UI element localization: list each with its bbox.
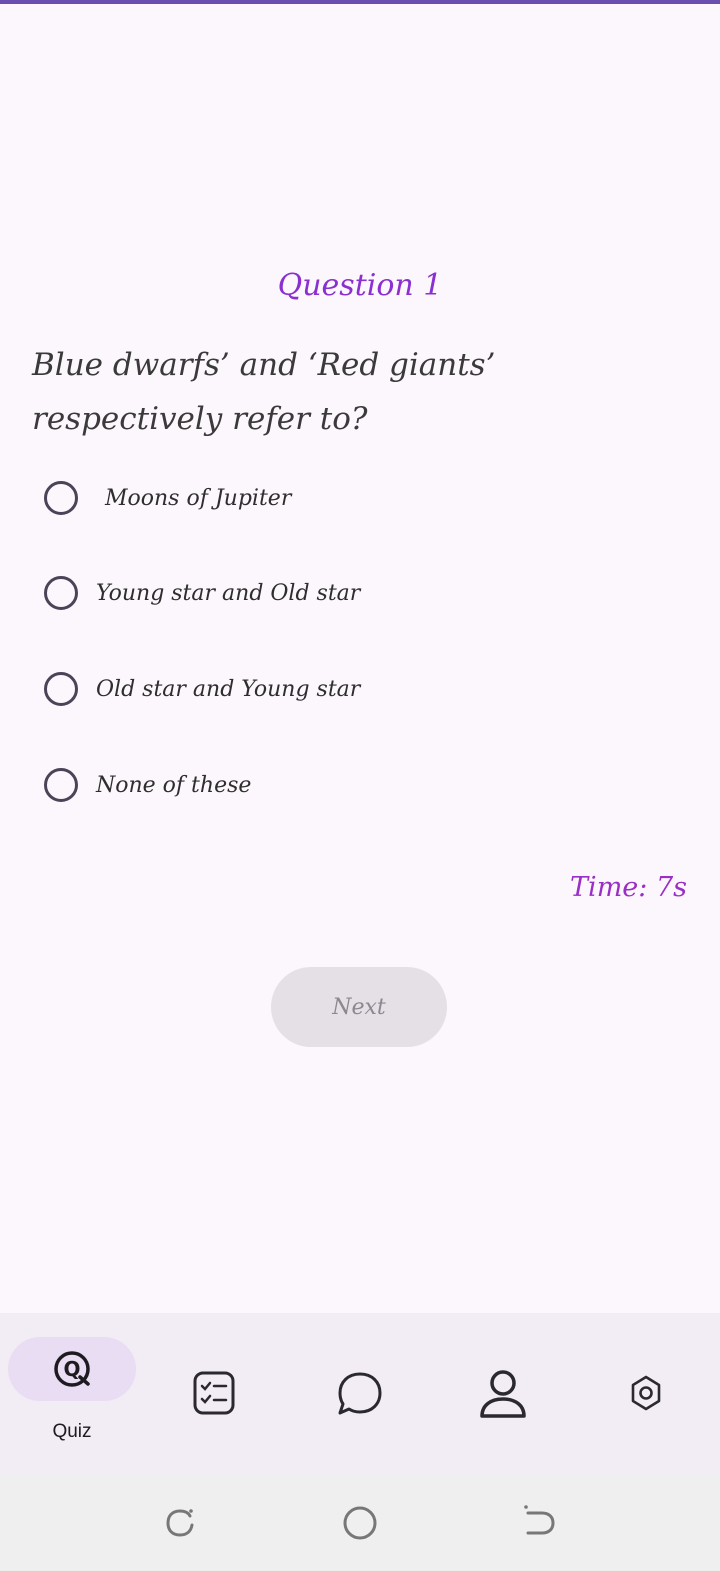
chat-icon: [338, 1372, 382, 1415]
back-button[interactable]: [518, 1503, 558, 1543]
timer-label: Time:: [570, 872, 656, 903]
option-label: None of these: [96, 772, 252, 798]
recents-icon: [166, 1509, 194, 1537]
nav-item-chat[interactable]: [332, 1369, 388, 1419]
option-label: Moons of Jupiter: [105, 485, 292, 511]
option-1[interactable]: Moons of Jupiter: [44, 477, 291, 519]
nav-item-settings[interactable]: [626, 1373, 666, 1413]
timer: Time: 7s: [570, 872, 687, 903]
option-label: Old star and Young star: [96, 676, 361, 702]
svg-text:Q: Q: [63, 1357, 80, 1381]
question-text: Blue dwarfs’ and ‘Red giants’ respective…: [32, 347, 496, 437]
recents-button[interactable]: [160, 1503, 200, 1543]
system-navigation-bar: [0, 1475, 720, 1571]
nav-item-quiz[interactable]: Q: [8, 1337, 136, 1401]
option-2[interactable]: Young star and Old star: [44, 572, 360, 614]
bottom-navigation: Q Quiz: [0, 1313, 720, 1475]
settings-icon: [631, 1375, 661, 1411]
option-label: Young star and Old star: [96, 580, 361, 606]
radio-button[interactable]: [44, 768, 78, 802]
home-button[interactable]: [340, 1503, 380, 1543]
timer-value: 7s: [655, 872, 687, 903]
radio-button[interactable]: [44, 481, 78, 515]
checklist-icon: [193, 1371, 235, 1415]
quiz-icon: Q: [54, 1351, 90, 1387]
option-4[interactable]: None of these: [44, 764, 251, 806]
nav-label-quiz: Quiz: [52, 1421, 92, 1442]
back-icon: [524, 1505, 555, 1535]
next-button[interactable]: Next: [271, 967, 447, 1047]
option-3[interactable]: Old star and Young star: [44, 668, 360, 710]
question-title: Question 1: [277, 268, 443, 303]
nav-item-checklist[interactable]: [186, 1369, 242, 1417]
radio-button[interactable]: [44, 576, 78, 610]
top-progress-bar: [0, 0, 720, 4]
radio-button[interactable]: [44, 672, 78, 706]
nav-item-profile[interactable]: [474, 1367, 532, 1423]
home-icon: [343, 1506, 377, 1540]
profile-icon: [480, 1370, 526, 1418]
